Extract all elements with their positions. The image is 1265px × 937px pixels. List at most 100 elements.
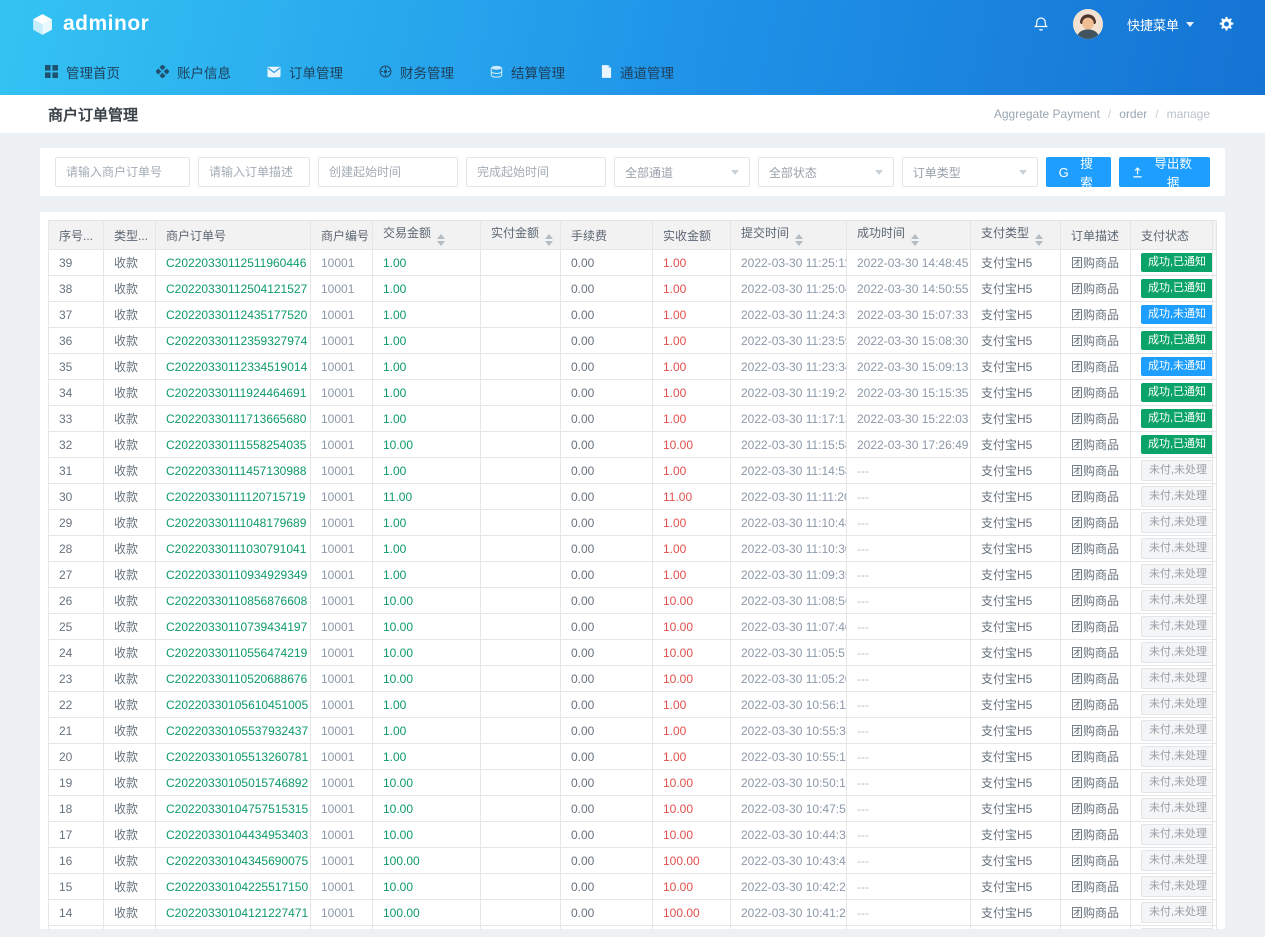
cell-filler [1213, 588, 1217, 614]
cell-success_time: 2022-03-30 14:48:45 [847, 250, 971, 276]
cell-merchant_no: 10001 [311, 354, 373, 380]
cell-order_no: C20220330104121227471 [156, 900, 311, 926]
status-badge: 未付,未处理 [1141, 902, 1213, 923]
nav-item-finance[interactable]: 财务管理 [364, 48, 469, 95]
brand-logo[interactable]: adminor [30, 12, 149, 37]
chevron-down-icon [875, 170, 883, 175]
sort-icon[interactable] [1035, 234, 1043, 246]
sort-icon[interactable] [795, 234, 803, 246]
filter-input-finish-start-time[interactable] [466, 157, 606, 187]
cell-pay_status: 未付,未处理 [1131, 718, 1213, 744]
cell-index: 16 [49, 848, 104, 874]
cell-pay_type: 支付宝H5 [971, 510, 1061, 536]
cell-trade_amount: 10.00 [373, 796, 481, 822]
cell-pay_status: 成功,已通知 [1131, 406, 1213, 432]
cell-success_time: --- [847, 692, 971, 718]
cell-order_desc: 团购商品 [1061, 718, 1131, 744]
cell-received_amount: 10.00 [653, 640, 731, 666]
avatar[interactable] [1073, 9, 1103, 39]
nav-item-settlement[interactable]: 结算管理 [475, 48, 580, 95]
cell-pay_type: 支付宝H5 [971, 640, 1061, 666]
column-header-submit_time[interactable]: 提交时间 [731, 221, 847, 250]
cell-paid_amount [481, 432, 561, 458]
column-label: 实收金额 [663, 229, 711, 243]
cell-order_desc: 团购商品 [1061, 562, 1131, 588]
cell-filler [1213, 822, 1217, 848]
column-header-trade_amount[interactable]: 交易金额 [373, 221, 481, 250]
cell-index: 33 [49, 406, 104, 432]
nav-item-channels[interactable]: 通道管理 [586, 48, 689, 95]
cell-type: 收款 [104, 510, 156, 536]
bell-icon[interactable] [1033, 16, 1049, 33]
sort-icon[interactable] [545, 234, 553, 246]
cell-order_no: C20220330110739434197 [156, 614, 311, 640]
cell-fee: 0.00 [561, 380, 653, 406]
filter-input-order-desc[interactable] [198, 157, 310, 187]
column-header-success_time[interactable]: 成功时间 [847, 221, 971, 250]
cell-index: 27 [49, 562, 104, 588]
cell-fee: 0.00 [561, 848, 653, 874]
filter-input-merchant-order-no[interactable] [55, 157, 190, 187]
select-value: 全部状态 [769, 164, 817, 181]
breadcrumb-separator: / [1108, 107, 1111, 121]
table-row: 39收款C20220330112511960446100011.000.001.… [49, 250, 1217, 276]
filter-input-create-start-time[interactable] [318, 157, 458, 187]
nav-item-orders[interactable]: 订单管理 [252, 48, 358, 95]
cell-paid_amount [481, 510, 561, 536]
cell-submit_time: 2022-03-30 10:55:13 [731, 744, 847, 770]
cell-order_no: C20220330105610451005 [156, 692, 311, 718]
cell-order_desc: 团购商品 [1061, 432, 1131, 458]
cell-type: 收款 [104, 666, 156, 692]
cell-pay_type: 支付宝H5 [971, 718, 1061, 744]
sort-icon[interactable] [911, 234, 919, 246]
cell-filler [1213, 640, 1217, 666]
titlebar: 商户订单管理 Aggregate Payment/order/manage [0, 95, 1265, 133]
export-icon [1132, 167, 1143, 178]
cell-order_desc: 团购商品 [1061, 692, 1131, 718]
table-row: 23收款C202203301105206886761000110.000.001… [49, 666, 1217, 692]
cell-filler [1213, 666, 1217, 692]
export-button[interactable]: 导出数据 [1119, 157, 1210, 187]
nav-item-dashboard[interactable]: 管理首页 [30, 48, 135, 95]
search-icon: G [1059, 165, 1069, 180]
breadcrumb-item[interactable]: order [1119, 107, 1147, 121]
cell-type: 收款 [104, 354, 156, 380]
cell-order_no: C20220330110556474219 [156, 640, 311, 666]
cell-merchant_no: 10001 [311, 692, 373, 718]
cell-received_amount: 100.00 [653, 848, 731, 874]
cell-pay_status: 未付,未处理 [1131, 926, 1213, 930]
cell-filler [1213, 562, 1217, 588]
filter-select-order-type[interactable]: 订单类型 [902, 157, 1038, 187]
cell-order_no: C20220330112504121527 [156, 276, 311, 302]
sort-icon[interactable] [437, 234, 445, 246]
cell-merchant_no: 10001 [311, 744, 373, 770]
gear-icon[interactable] [1218, 16, 1235, 33]
nav-item-account[interactable]: 账户信息 [141, 48, 246, 95]
cell-filler [1213, 718, 1217, 744]
table-row: 34收款C20220330111924464691100011.000.001.… [49, 380, 1217, 406]
cell-order_no: C20220330111558254035 [156, 432, 311, 458]
nav-item-label: 财务管理 [400, 62, 454, 82]
search-button[interactable]: G 搜索 [1046, 157, 1112, 187]
cell-pay_status: 成功,已通知 [1131, 276, 1213, 302]
cell-paid_amount [481, 406, 561, 432]
cell-pay_type: 支付宝H5 [971, 900, 1061, 926]
cell-order_desc: 团购商品 [1061, 276, 1131, 302]
cell-filler [1213, 848, 1217, 874]
cell-submit_time: 2022-03-30 10:44:34 [731, 822, 847, 848]
cell-type: 收款 [104, 484, 156, 510]
column-header-paid_amount[interactable]: 实付金额 [481, 221, 561, 250]
cell-pay_status: 未付,未处理 [1131, 848, 1213, 874]
cell-success_time: --- [847, 484, 971, 510]
cell-received_amount: 10.00 [653, 432, 731, 458]
breadcrumb-item[interactable]: Aggregate Payment [994, 107, 1100, 121]
filter-select-status[interactable]: 全部状态 [758, 157, 894, 187]
cell-type: 收款 [104, 848, 156, 874]
quick-menu-button[interactable]: 快捷菜单 [1127, 15, 1194, 34]
cell-order_desc: 团购商品 [1061, 900, 1131, 926]
filter-select-channel[interactable]: 全部通道 [614, 157, 750, 187]
column-header-pay_type[interactable]: 支付类型 [971, 221, 1061, 250]
cell-order_desc: 团购商品 [1061, 744, 1131, 770]
cell-success_time: 2022-03-30 15:22:03 [847, 406, 971, 432]
table-row: 28收款C20220330111030791041100011.000.001.… [49, 536, 1217, 562]
